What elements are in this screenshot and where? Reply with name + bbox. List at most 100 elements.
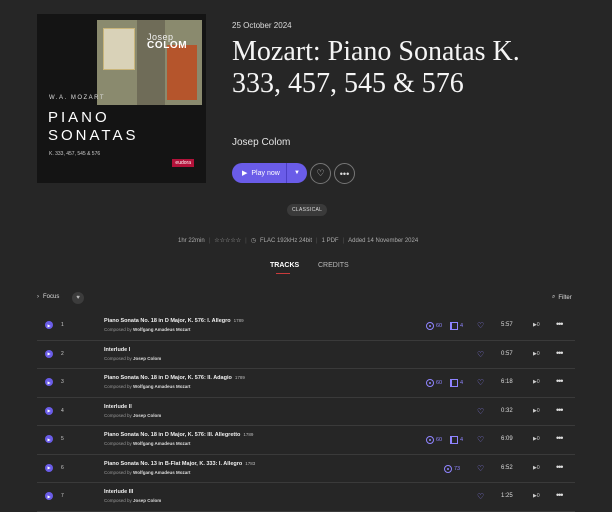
search-icon: ⌕: [552, 294, 556, 300]
track-row[interactable]: ▶ 5 Piano Sonata No. 18 in D Major, K. 576…: [37, 426, 575, 455]
track-composer-line: Composed by Josep Colom: [104, 413, 161, 418]
play-count: 0: [536, 407, 540, 414]
track-title: Interlude II: [104, 403, 132, 410]
more-icon: •••: [556, 376, 564, 386]
track-play-button[interactable]: ▶: [45, 349, 53, 358]
more-icon: •••: [556, 433, 564, 443]
cover-label: eudora: [172, 159, 194, 167]
genre-tag[interactable]: CLASSICAL: [287, 204, 328, 216]
focus-toggle[interactable]: › Focus: [37, 294, 59, 300]
cover-composer: W.A. MOZART: [49, 95, 106, 101]
cover-title-line2: SONATAS: [48, 127, 139, 144]
cover-works: K. 333, 457, 545 & 576: [49, 151, 101, 157]
track-favorite-button[interactable]: ♡: [477, 378, 484, 387]
album-duration: 1hr 22min: [178, 237, 205, 244]
track-number: 1: [61, 322, 64, 328]
track-more-button[interactable]: •••: [556, 348, 564, 358]
track-play-button[interactable]: ▶: [45, 463, 53, 472]
track-more-button[interactable]: •••: [556, 433, 564, 443]
heart-icon: ♡: [477, 349, 485, 359]
more-options-button[interactable]: •••: [334, 163, 355, 184]
play-icon: ▶: [242, 170, 248, 177]
focus-label: Focus: [43, 294, 60, 300]
play-icon: ▶: [47, 379, 51, 385]
track-more-button[interactable]: •••: [556, 405, 564, 415]
album-rating[interactable]: ☆☆☆☆☆: [214, 237, 241, 244]
track-saves: 4: [450, 379, 463, 387]
tab-credits[interactable]: CREDITS: [318, 262, 349, 269]
track-plays: ▶0: [533, 493, 540, 499]
track-list: ▶ 1 Piano Sonata No. 18 in D Major, K. 576…: [37, 312, 575, 512]
favorites-filter-button[interactable]: ♥: [72, 292, 84, 304]
artist-link[interactable]: Josep Colom: [232, 137, 290, 148]
track-row[interactable]: ▶ 6 Piano Sonata No. 13 in B-Flat Major, K…: [37, 455, 575, 483]
booklet-pdf[interactable]: 1 PDF: [322, 238, 339, 244]
track-play-button[interactable]: ▶: [45, 435, 53, 443]
track-favorite-button[interactable]: ♡: [477, 464, 484, 473]
play-now-button[interactable]: ▶ Play now ▼: [232, 163, 307, 183]
track-title: Piano Sonata No. 18 in D Major, K. 576: …: [104, 375, 232, 381]
filter-button[interactable]: ⌕ Filter: [552, 294, 572, 301]
heart-icon: ♡: [316, 168, 325, 178]
track-more-button[interactable]: •••: [556, 376, 564, 386]
track-year: 1789: [243, 432, 254, 437]
play-options-dropdown[interactable]: ▼: [286, 163, 307, 183]
track-composer[interactable]: Josep Colom: [133, 498, 161, 503]
track-more-button[interactable]: •••: [556, 462, 564, 472]
track-row[interactable]: ▶ 3 Piano Sonata No. 18 in D Major, K. 576…: [37, 369, 575, 398]
track-composer[interactable]: Wolfgang Amadeus Mozart: [133, 327, 191, 332]
track-number: 5: [61, 436, 64, 442]
track-play-button[interactable]: ▶: [45, 378, 53, 386]
track-composer-line: Composed by Wolfgang Amadeus Mozart: [104, 384, 191, 389]
disc-icon: [426, 379, 434, 387]
play-count: 0: [536, 379, 540, 385]
track-play-button[interactable]: ▶: [45, 321, 53, 329]
track-composer[interactable]: Wolfgang Amadeus Mozart: [133, 441, 191, 446]
track-play-button[interactable]: ▶: [45, 492, 53, 500]
track-favorite-button[interactable]: ♡: [477, 350, 484, 359]
track-title-line: Interlude II: [104, 404, 132, 410]
play-count: 0: [536, 322, 540, 328]
track-number: 3: [61, 379, 64, 385]
heart-icon: ♡: [477, 463, 485, 473]
track-title-line: Piano Sonata No. 18 in D Major, K. 576: …: [104, 318, 244, 324]
favorite-button[interactable]: ♡: [310, 163, 331, 184]
track-composer[interactable]: Wolfgang Amadeus Mozart: [133, 384, 191, 389]
audio-format: FLAC 192kHz 24bit: [259, 237, 312, 244]
track-composer[interactable]: Wolfgang Amadeus Mozart: [133, 470, 191, 475]
track-title-line: Interlude III: [104, 489, 133, 495]
album-cover[interactable]: Josep COLOM W.A. MOZART PIANO SONATAS K.…: [37, 14, 206, 183]
track-row[interactable]: ▶ 2 Interlude I Composed by Josep Colom ♡ 0:5…: [37, 341, 575, 369]
library-icon: [450, 436, 458, 444]
play-icon: ▶: [47, 436, 51, 442]
track-plays: ▶0: [533, 322, 540, 328]
track-favorite-button[interactable]: ♡: [477, 435, 484, 444]
library-icon: [450, 322, 458, 330]
listens-count: 60: [436, 437, 443, 443]
chevron-right-icon: ›: [37, 294, 39, 300]
listens-count: 60: [436, 380, 443, 386]
track-saves: 4: [450, 436, 463, 444]
disc-icon: [426, 436, 434, 444]
track-row[interactable]: ▶ 1 Piano Sonata No. 18 in D Major, K. 576…: [37, 312, 575, 341]
track-more-button[interactable]: •••: [556, 490, 564, 500]
track-more-button[interactable]: •••: [556, 319, 564, 329]
track-duration: 5:57: [501, 322, 513, 328]
track-play-button[interactable]: ▶: [45, 406, 53, 415]
play-now-label: Play now: [251, 169, 280, 177]
track-listens: 60: [426, 379, 442, 387]
more-icon: •••: [556, 490, 564, 500]
track-composer[interactable]: Josep Colom: [133, 356, 161, 361]
track-row[interactable]: ▶ 7 Interlude III Composed by Josep Colom ♡ 1…: [37, 483, 575, 512]
track-plays: ▶0: [533, 379, 540, 385]
tab-tracks[interactable]: TRACKS: [270, 262, 299, 269]
track-favorite-button[interactable]: ♡: [477, 407, 484, 416]
saves-count: 4: [460, 437, 464, 443]
track-favorite-button[interactable]: ♡: [477, 321, 484, 330]
track-row[interactable]: ▶ 4 Interlude II Composed by Josep Colom ♡ 0:…: [37, 398, 575, 426]
track-plays: ▶0: [533, 465, 540, 471]
track-title-line: Piano Sonata No. 18 in D Major, K. 576: …: [104, 375, 245, 381]
play-count: 0: [536, 350, 540, 357]
play-icon: ▶: [47, 493, 51, 499]
track-composer[interactable]: Josep Colom: [133, 413, 161, 418]
